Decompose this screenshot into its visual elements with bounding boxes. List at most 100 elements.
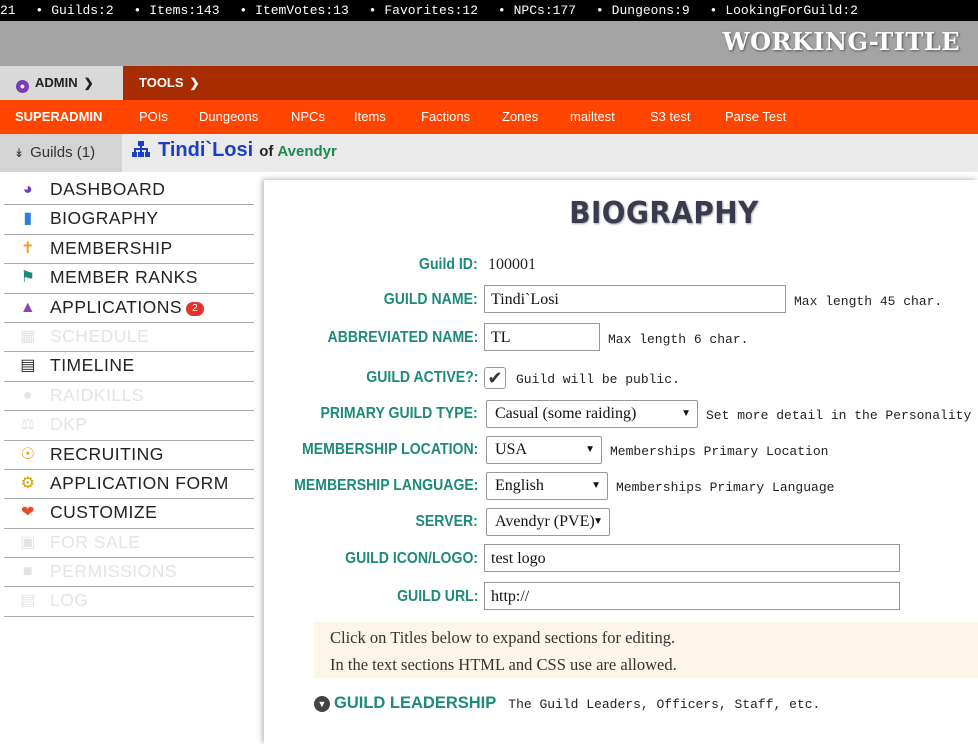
tools-menu-label: TOOLS [139, 75, 184, 90]
submenu-zones[interactable]: Zones [502, 100, 538, 134]
guild-url-input[interactable]: http:// [484, 582, 900, 610]
primary-guild-type-select[interactable]: Casual (some raiding) ▼ [486, 400, 698, 428]
guild-id-value: 100001 [488, 256, 536, 273]
submenu-items[interactable]: Items [354, 100, 386, 134]
membership-location-select[interactable]: USA ▼ [486, 436, 602, 464]
dropdown-arrow-icon: ▼ [585, 444, 595, 455]
sidebar-item-schedule: ▦ SCHEDULE [4, 323, 254, 353]
sidebar-item-log: ▤ LOG [4, 587, 254, 617]
primary-guild-type-label: PRIMARY GUILD TYPE: [320, 405, 478, 422]
admin-menu-label: ADMIN [35, 75, 78, 90]
stat-separator: • [35, 3, 44, 18]
sidebar-item-biography[interactable]: ▮ BIOGRAPHY [4, 205, 254, 235]
sidebar-item-application-form[interactable]: ⚙ APPLICATION FORM [4, 470, 254, 500]
top-menu: ● ADMIN ❯ TOOLS ❯ [0, 66, 978, 100]
sidebar-item-label: APPLICATIONS [50, 296, 183, 317]
stat-separator: • [595, 3, 604, 18]
site-banner: WORKING-TITLE [0, 21, 978, 66]
sidebar-item-applications[interactable]: ▲ APPLICATIONS 2 [4, 294, 254, 323]
guild-name-link[interactable]: Tindi`Losi [158, 139, 253, 161]
server-label: SERVER: [415, 513, 478, 530]
sidebar-item-membership[interactable]: ✝ MEMBERSHIP [4, 235, 254, 265]
stat-separator: • [239, 3, 248, 18]
membership-location-value: USA [495, 441, 528, 458]
guilds-button-label: Guilds (1) [30, 144, 96, 161]
section-title[interactable]: GUILD LEADERSHIP [334, 694, 496, 712]
section-guild-leadership[interactable]: ▼ GUILD LEADERSHIP The Guild Leaders, Offi… [314, 694, 820, 713]
scale-icon: ⚖ [20, 416, 36, 434]
breadcrumb: ↡ Guilds (1) Tindi`Losi of Avendyr [0, 134, 978, 172]
notification-badge: 2 [186, 301, 204, 316]
tools-menu[interactable]: TOOLS ❯ [139, 66, 200, 100]
guild-name-input[interactable]: Tindi`Losi [484, 285, 786, 313]
submenu-npcs[interactable]: NPCs [291, 100, 325, 134]
heart-icon: ❤ [21, 504, 35, 522]
sidebar-item-label: TIMELINE [50, 355, 135, 376]
sidebar-item-label: DKP [50, 414, 88, 435]
stat-item: LookingForGuild:2 [725, 3, 858, 18]
dropdown-arrow-icon: ▼ [681, 408, 691, 419]
sub-menu: SUPERADMIN POIs Dungeons NPCs Items Fact… [0, 100, 978, 134]
site-logo[interactable]: WORKING-TITLE [723, 27, 960, 56]
membership-language-value: English [495, 477, 544, 494]
guild-icon-input[interactable]: test logo [484, 544, 900, 572]
podcast-icon: ☉ [20, 445, 36, 463]
submenu-pois[interactable]: POIs [139, 100, 168, 134]
biography-panel: BIOGRAPHY Guild ID: 100001 GUILD NAME: T… [264, 180, 978, 744]
submenu-factions[interactable]: Factions [421, 100, 470, 134]
double-chevron-down-icon: ↡ [14, 146, 25, 160]
guild-active-checkbox[interactable]: ✔ [484, 367, 506, 389]
user-shield-icon: ● [16, 80, 29, 93]
guild-title: Tindi`Losi of Avendyr [132, 139, 337, 162]
log-icon: ▤ [20, 592, 36, 610]
sidebar-item-customize[interactable]: ❤ CUSTOMIZE [4, 499, 254, 529]
stat-item: Favorites:12 [384, 3, 478, 18]
stat-separator: • [497, 3, 506, 18]
submenu-dungeons[interactable]: Dungeons [199, 100, 258, 134]
guild-name-label: GUILD NAME: [384, 291, 478, 308]
sidebar-item-label: SCHEDULE [50, 325, 150, 346]
sidebar-item-label: FOR SALE [50, 531, 141, 552]
guild-id-label: Guild ID: [419, 256, 478, 273]
lock-icon: ■ [22, 563, 34, 581]
submenu-superadmin[interactable]: SUPERADMIN [15, 100, 102, 134]
sidebar-item-for-sale: ▣ FOR SALE [4, 529, 254, 559]
note-line-2: In the text sections HTML and CSS use ar… [330, 655, 677, 674]
stat-separator: • [133, 3, 142, 18]
abbreviated-name-hint: Max length 6 char. [608, 332, 749, 347]
membership-location-hint: Memberships Primary Location [610, 444, 829, 459]
sidebar-item-label: LOG [50, 590, 89, 611]
sidebar-item-member-ranks[interactable]: ⚑ MEMBER RANKS [4, 264, 254, 294]
server-name-link[interactable]: Avendyr [277, 143, 336, 160]
of-label: of [259, 143, 274, 160]
server-value: Avendyr (PVE) [495, 513, 595, 530]
guild-name-hint: Max length 45 char. [794, 294, 943, 309]
calendar-icon: ▦ [20, 327, 36, 345]
abbreviated-name-input[interactable]: TL [484, 323, 600, 351]
dropdown-arrow-icon: ▼ [593, 516, 603, 527]
stat-item: Items:143 [149, 3, 220, 18]
server-select[interactable]: Avendyr (PVE) ▼ [486, 508, 610, 536]
editing-note: Click on Titles below to expand sections… [314, 622, 978, 678]
guild-active-label: GUILD ACTIVE?: [365, 369, 478, 386]
sidebar-item-dashboard[interactable]: ◕ DASHBOARD [4, 176, 254, 206]
submenu-mailtest[interactable]: mailtest [570, 100, 615, 134]
sitemap-icon [132, 141, 150, 157]
folder-open-icon: ▲ [19, 298, 37, 316]
membership-language-select[interactable]: English ▼ [486, 472, 608, 500]
sidebar-item-label: DASHBOARD [50, 179, 166, 199]
guild-icon-label: GUILD ICON/LOGO: [345, 550, 478, 567]
sidebar-item-recruiting[interactable]: ☉ RECRUITING [4, 441, 254, 470]
guilds-button[interactable]: ↡ Guilds (1) [0, 134, 122, 172]
submenu-s3-test[interactable]: S3 test [650, 100, 690, 134]
sidebar-item-timeline[interactable]: ▤ TIMELINE [4, 352, 254, 382]
stat-item: NPCs:177 [513, 3, 577, 18]
guild-active-hint: Guild will be public. [516, 372, 680, 387]
sidebar-item-label: RAIDKILLS [50, 384, 144, 405]
dropdown-arrow-icon: ▼ [591, 480, 601, 491]
stat-item: Dungeons:9 [611, 3, 690, 18]
submenu-parse-test[interactable]: Parse Test [725, 100, 786, 134]
chevron-circle-down-icon: ▼ [314, 696, 330, 712]
admin-menu[interactable]: ● ADMIN ❯ [0, 66, 123, 100]
membership-location-label: MEMBERSHIP LOCATION: [301, 441, 478, 458]
